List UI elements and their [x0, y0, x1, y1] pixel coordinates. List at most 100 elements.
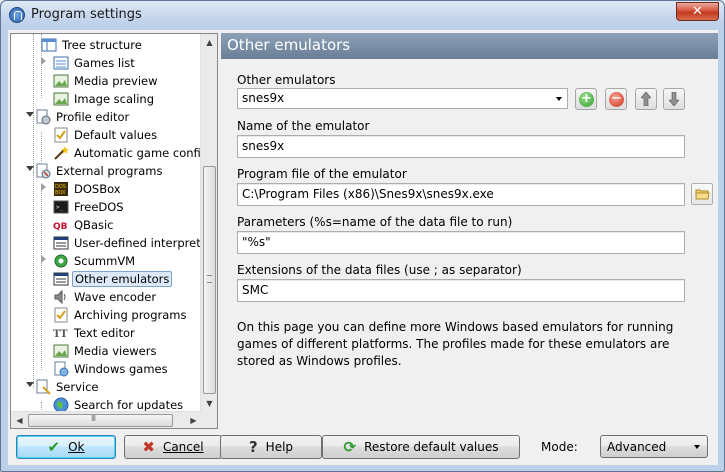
tree-item-qbasic[interactable]: QB QBasic — [53, 216, 116, 234]
add-emulator-button[interactable]: + — [575, 88, 597, 110]
scroll-left-icon[interactable]: ◀ — [11, 412, 28, 428]
emulators-select[interactable]: snes9x — [237, 88, 568, 109]
program-file-input[interactable]: C:\Program Files (x86)\Snes9x\snes9x.exe — [237, 183, 685, 206]
collapse-external-programs[interactable] — [26, 166, 34, 171]
tree-item-label: Profile editor — [56, 110, 130, 124]
vertical-scroll-thumb[interactable] — [203, 166, 216, 394]
browse-program-button[interactable] — [691, 183, 713, 205]
scroll-up-icon[interactable]: ▲ — [201, 34, 217, 51]
expand-games-list[interactable] — [41, 57, 48, 65]
speaker-icon — [54, 289, 66, 305]
scummvm-icon — [54, 254, 68, 268]
tree-structure-icon — [41, 38, 57, 52]
emulators-selected-value: snes9x — [242, 91, 285, 105]
cross-icon: ✖ — [142, 438, 155, 456]
emulators-label: Other emulators — [237, 73, 336, 87]
client-area: Tree structure Games list Media preview … — [8, 30, 718, 465]
expand-dosbox[interactable] — [41, 183, 48, 191]
tree-item-default-values[interactable]: Default values — [53, 126, 159, 144]
other-emulators-icon — [53, 272, 69, 286]
tree-item-scummvm[interactable]: ScummVM — [53, 252, 137, 270]
parameters-input[interactable]: "%s" — [237, 231, 685, 254]
move-up-button[interactable] — [635, 88, 657, 110]
expand-scummvm[interactable] — [41, 255, 48, 263]
emulator-name-input[interactable]: snes9x — [237, 135, 685, 158]
tree-item-games-list[interactable]: Games list — [53, 54, 137, 72]
text-editor-icon: TT — [53, 329, 68, 340]
chevron-down-icon[interactable] — [551, 89, 567, 108]
tree-item-freedos[interactable]: >_ FreeDOS — [53, 198, 126, 216]
tree-item-user-defined-interpreter[interactable]: User-defined interpreter — [53, 234, 202, 252]
tree-vertical-scrollbar[interactable]: ▲ ▼ — [200, 34, 217, 412]
title-bar[interactable]: Program settings ✕ — [1, 1, 724, 29]
tree-item-label: Media preview — [74, 74, 158, 88]
mode-select[interactable]: Advanced — [600, 435, 708, 458]
collapse-service[interactable] — [26, 382, 34, 387]
tree-item-search-for-updates[interactable]: Search for updates — [53, 396, 185, 412]
move-down-button[interactable] — [663, 88, 685, 110]
scroll-down-icon[interactable]: ▼ — [201, 395, 217, 412]
collapse-profile-editor[interactable] — [26, 112, 34, 117]
tree-item-label: Windows games — [74, 362, 168, 376]
tree-item-label: Games list — [74, 56, 135, 70]
extensions-input[interactable]: SMC — [237, 279, 685, 302]
cancel-label: Cancel — [162, 440, 204, 454]
emulator-name-label: Name of the emulator — [237, 119, 370, 133]
tree-rows: Tree structure Games list Media preview … — [11, 34, 202, 412]
tree-item-text-editor[interactable]: TT Text editor — [53, 324, 137, 342]
windows-games-icon — [54, 361, 69, 377]
tree-item-label: External programs — [56, 164, 163, 178]
tree-item-label: QBasic — [74, 218, 114, 232]
freedos-icon: >_ — [53, 200, 69, 214]
settings-tree: Tree structure Games list Media preview … — [10, 33, 218, 429]
tree-item-dosbox[interactable]: DOS BOX DOSBox — [53, 180, 123, 198]
tree-item-label: Text editor — [74, 326, 135, 340]
checkmark-icon: ✔ — [47, 438, 61, 456]
arrow-up-icon — [641, 92, 651, 106]
cancel-button[interactable]: ✖ Cancel — [124, 435, 222, 459]
button-bar: ✔ Ok ✖ Cancel ? Help ⟳ Restore default v… — [8, 429, 718, 465]
tree-item-windows-games[interactable]: Windows games — [53, 360, 170, 378]
program-settings-window: Program settings ✕ Tree structure Games … — [0, 0, 725, 472]
tree-item-label: Service — [56, 380, 99, 394]
tree-item-archiving-programs[interactable]: Archiving programs — [53, 306, 188, 324]
mode-selected-value: Advanced — [607, 440, 667, 454]
refresh-icon: ⟳ — [343, 438, 357, 456]
dosbox-icon: DOSBOX — [54, 182, 68, 196]
svg-text:>_: >_ — [56, 204, 64, 211]
page-title: Other emulators — [221, 33, 718, 59]
tree-item-label: Default values — [74, 128, 158, 142]
tree-item-other-emulators[interactable]: Other emulators — [53, 270, 173, 288]
tree-item-profile-editor[interactable]: Profile editor — [35, 108, 131, 126]
delete-emulator-button[interactable]: − — [605, 88, 627, 110]
tree-item-service[interactable]: Service — [35, 378, 101, 396]
tree-item-image-scaling[interactable]: Image scaling — [53, 90, 156, 108]
scroll-corner — [200, 411, 217, 428]
mode-label: Mode: — [541, 440, 578, 454]
tree-item-media-preview[interactable]: Media preview — [53, 72, 160, 90]
games-list-icon — [53, 56, 69, 70]
tree-item-external-programs[interactable]: External programs — [35, 162, 164, 180]
tree-item-label: Search for updates — [74, 398, 184, 412]
tree-item-media-viewers[interactable]: Media viewers — [53, 342, 158, 360]
help-button[interactable]: ? Help — [220, 435, 322, 459]
horizontal-scroll-thumb[interactable] — [28, 414, 173, 427]
app-icon — [9, 7, 25, 23]
tree-item-label: FreeDOS — [74, 200, 124, 214]
default-values-icon — [54, 127, 68, 143]
tree-item-wave-encoder[interactable]: Wave encoder — [53, 288, 158, 306]
tree-item-tree-structure[interactable]: Tree structure — [41, 36, 144, 54]
restore-defaults-button[interactable]: ⟳ Restore default values — [322, 435, 520, 459]
arrow-down-icon — [669, 92, 679, 106]
svg-text:QB: QB — [53, 222, 68, 232]
tree-item-label: Archiving programs — [74, 308, 187, 322]
ok-label: Ok — [68, 440, 85, 454]
help-label: Help — [265, 440, 294, 454]
folder-icon — [695, 189, 710, 200]
tree-horizontal-scrollbar[interactable]: ◀ ▶ — [11, 411, 202, 428]
tree-item-automatic-game-config[interactable]: Automatic game config — [53, 144, 202, 162]
extensions-label: Extensions of the data files (use ; as s… — [237, 263, 522, 277]
close-button[interactable]: ✕ — [676, 2, 719, 21]
interpreter-icon — [53, 236, 69, 250]
ok-button[interactable]: ✔ Ok — [16, 435, 116, 459]
